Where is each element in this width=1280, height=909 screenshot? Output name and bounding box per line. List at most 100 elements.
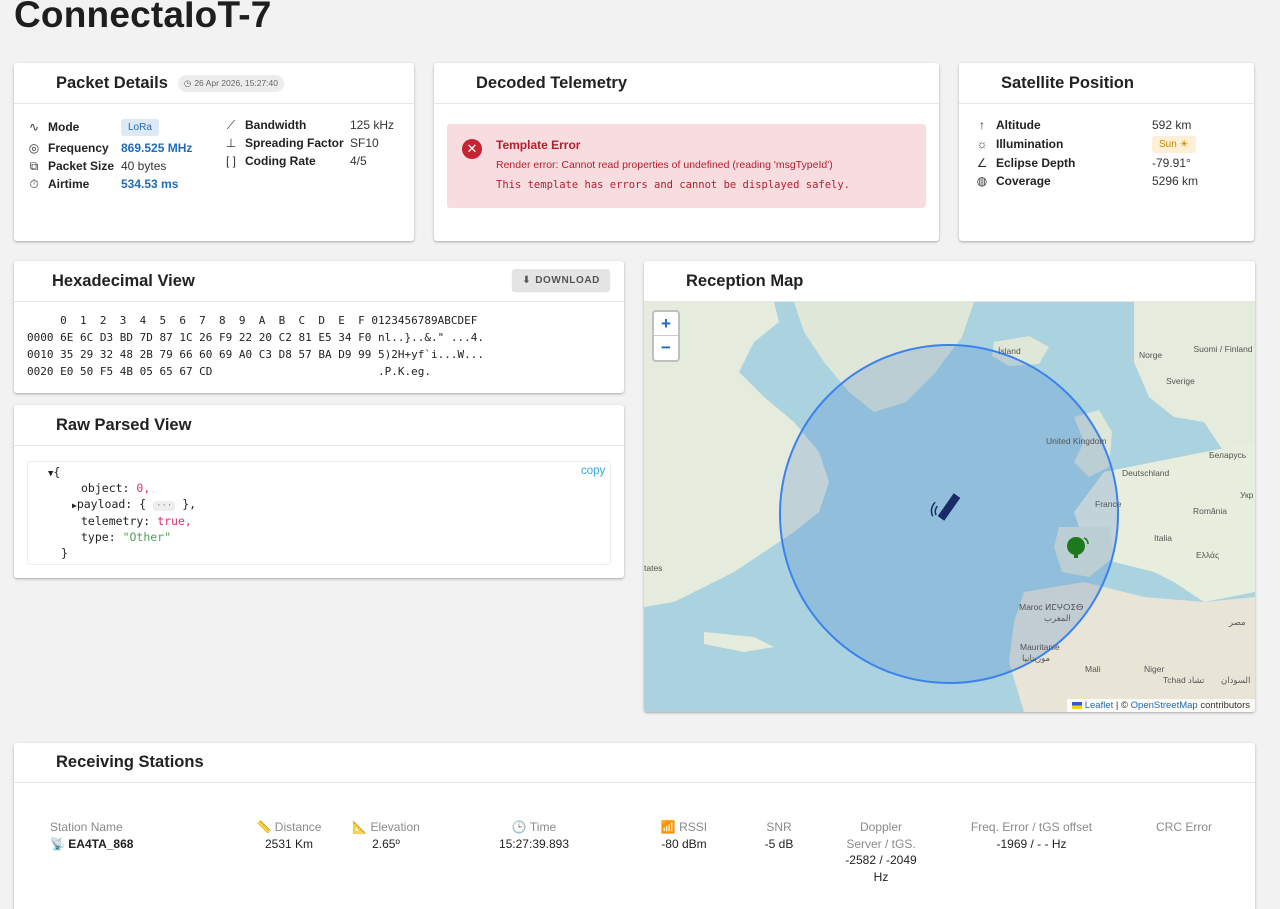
map-label: Sverige xyxy=(1166,376,1195,386)
map-label: Беларусь xyxy=(1209,450,1247,460)
map-label: Mali xyxy=(1085,664,1101,674)
json-key: payload: xyxy=(76,497,133,511)
station-name[interactable]: 📡 EA4TA_868 xyxy=(50,837,133,851)
json-root-toggle[interactable]: ▼{ xyxy=(48,465,60,479)
col-distance: 📏 Distance xyxy=(256,820,322,834)
error-detail: This template has errors and cannot be d… xyxy=(496,179,851,191)
clock-icon: ◷ xyxy=(183,77,192,88)
station-snr: -5 dB xyxy=(764,837,794,851)
col-crc-error: CRC Error xyxy=(1156,820,1212,834)
col-doppler-line2: Server / tGS. xyxy=(846,837,916,851)
json-key: type: xyxy=(81,530,116,544)
timer-icon: ⏱ xyxy=(29,176,39,191)
json-brace: }, xyxy=(182,497,197,511)
station-doppler-line2: Hz xyxy=(873,870,889,884)
mode-label: Mode xyxy=(48,120,80,134)
map-label: Tchad تشاد xyxy=(1163,675,1205,685)
timestamp-badge: ◷ 26 Apr 2026, 15:27:40 xyxy=(177,74,284,92)
ukraine-flag-icon xyxy=(1072,701,1083,709)
spreading-factor-row: ⊥ Spreading Factor SF10 xyxy=(221,134,394,152)
raw-parsed-title: Raw Parsed View xyxy=(56,415,192,434)
map-label: Italia xyxy=(1154,533,1172,543)
attribution-separator: | © xyxy=(1113,700,1131,711)
json-string: "Other" xyxy=(122,530,172,544)
hex-line: 0020 E0 50 F5 4B 05 65 67 CD .P.K.eg. xyxy=(27,365,431,378)
map-label: السودان xyxy=(1221,675,1251,685)
json-key: object: xyxy=(81,481,130,495)
altitude-label: Altitude xyxy=(996,118,1041,132)
map-label: موريتانيا xyxy=(1022,653,1051,663)
coding-rate-row: [ ] Coding Rate 4/5 xyxy=(221,152,394,170)
json-brace: { xyxy=(139,497,147,511)
frequency-label: Frequency xyxy=(48,141,109,155)
eclipse-depth-value: -79.91° xyxy=(1152,156,1191,170)
raw-parsed-card: Raw Parsed View ▼{ copy object: 0, ▶payl… xyxy=(14,405,624,578)
map-label: România xyxy=(1193,506,1228,516)
coverage-circle xyxy=(779,344,1119,684)
osm-link[interactable]: OpenStreetMap xyxy=(1131,700,1198,711)
illumination-chip: Sun ☀ xyxy=(1152,135,1196,153)
raw-parsed-header: Raw Parsed View xyxy=(14,405,624,446)
wave-icon: ∿ xyxy=(28,120,40,134)
json-open-brace: { xyxy=(53,465,61,479)
illumination-label: Illumination xyxy=(996,137,1064,151)
col-snr: SNR xyxy=(766,820,792,834)
packet-details-header: Packet Details ◷ 26 Apr 2026, 15:27:40 xyxy=(14,63,414,104)
map-label: Maroc ⵍⵎⵖⵔⵉⴱ xyxy=(1019,602,1084,612)
hex-view-title: Hexadecimal View xyxy=(52,271,195,290)
page-title: ConnectaIoT-7 xyxy=(14,0,272,35)
packet-size-value: 40 bytes xyxy=(121,159,167,173)
collapsed-ellipsis[interactable]: ··· xyxy=(153,501,176,511)
satellite-position-header: Satellite Position xyxy=(959,63,1254,104)
map-label: Укр xyxy=(1240,490,1254,500)
packet-size-row: ⧉ Packet Size 40 bytes xyxy=(24,157,192,175)
download-label: DOWNLOAD xyxy=(535,274,600,286)
reception-map-card: Reception Map Ísland Norge Suomi / Finla… xyxy=(644,261,1255,712)
download-button[interactable]: ⬇ DOWNLOAD xyxy=(512,269,610,291)
coding-rate-label: Coding Rate xyxy=(245,154,316,168)
zoom-in-button[interactable]: + xyxy=(654,312,678,336)
map-label: United Kingdom xyxy=(1046,436,1107,446)
satellite-position-card: Satellite Position ↑ Altitude 592 km ☼ Illu… xyxy=(959,63,1254,241)
col-elevation: 📐 Elevation xyxy=(352,820,420,834)
zoom-out-button[interactable]: − xyxy=(654,336,678,360)
hex-line: 0 1 2 3 4 5 6 7 8 9 A B C D E F 01234567… xyxy=(27,314,478,327)
globe-icon: ◍ xyxy=(976,174,988,188)
map-label: Suomi / Finland xyxy=(1193,344,1253,354)
map-label: France xyxy=(1095,499,1122,509)
graph-icon: ⟋ xyxy=(226,117,236,132)
mode-row: ∿ Mode LoRa xyxy=(24,118,192,136)
hex-dump: 0 1 2 3 4 5 6 7 8 9 A B C D E F 01234567… xyxy=(27,314,484,382)
height-icon: ⊥ xyxy=(225,136,237,150)
bracket-icon: [ ] xyxy=(225,154,236,168)
hex-view-header: Hexadecimal View ⬇ DOWNLOAD xyxy=(14,261,624,302)
station-freq-error: -1969 / - - Hz xyxy=(996,837,1067,851)
station-rssi: -80 dBm xyxy=(661,837,707,851)
antenna-icon: 📡 xyxy=(50,837,65,851)
receiving-stations-card: Receiving Stations Station Name 📏 Distan… xyxy=(14,743,1255,909)
attribution-tail: contributors xyxy=(1197,700,1250,711)
map-view[interactable]: Ísland Norge Suomi / Finland Sverige Uni… xyxy=(644,302,1255,712)
packet-details-card: Packet Details ◷ 26 Apr 2026, 15:27:40 ∿ M… xyxy=(14,63,414,241)
station-distance: 2531 Km xyxy=(264,837,314,851)
map-canvas xyxy=(644,302,1255,712)
map-label: Mauritanie xyxy=(1020,642,1060,652)
copy-button[interactable]: copy xyxy=(581,465,605,477)
bandwidth-value: 125 kHz xyxy=(350,118,395,132)
receiving-stations-title: Receiving Stations xyxy=(56,753,204,771)
receiving-stations-header: Receiving Stations xyxy=(14,743,1255,783)
frequency-row: ◎ Frequency 869.525 MHz xyxy=(24,139,193,157)
frequency-value: 869.525 MHz xyxy=(121,141,193,155)
zoom-control: + − xyxy=(652,310,680,362)
land-caribbean xyxy=(704,632,774,652)
map-label: Niger xyxy=(1144,664,1165,674)
sun-icon: ☼ xyxy=(976,137,988,151)
hex-view-card: Hexadecimal View ⬇ DOWNLOAD 0 1 2 3 4 5 6… xyxy=(14,261,624,393)
json-payload-entry[interactable]: ▶payload: { ··· }, xyxy=(72,497,196,511)
map-label: Ελλάς xyxy=(1196,550,1220,560)
leaflet-link[interactable]: Leaflet xyxy=(1085,700,1114,711)
map-label: المغرب xyxy=(1044,613,1071,623)
coverage-row: ◍ Coverage 5296 km xyxy=(972,172,1198,190)
map-label: tates xyxy=(644,563,663,573)
hex-line: 0010 35 29 32 48 2B 79 66 60 69 A0 C3 D8… xyxy=(27,348,484,361)
